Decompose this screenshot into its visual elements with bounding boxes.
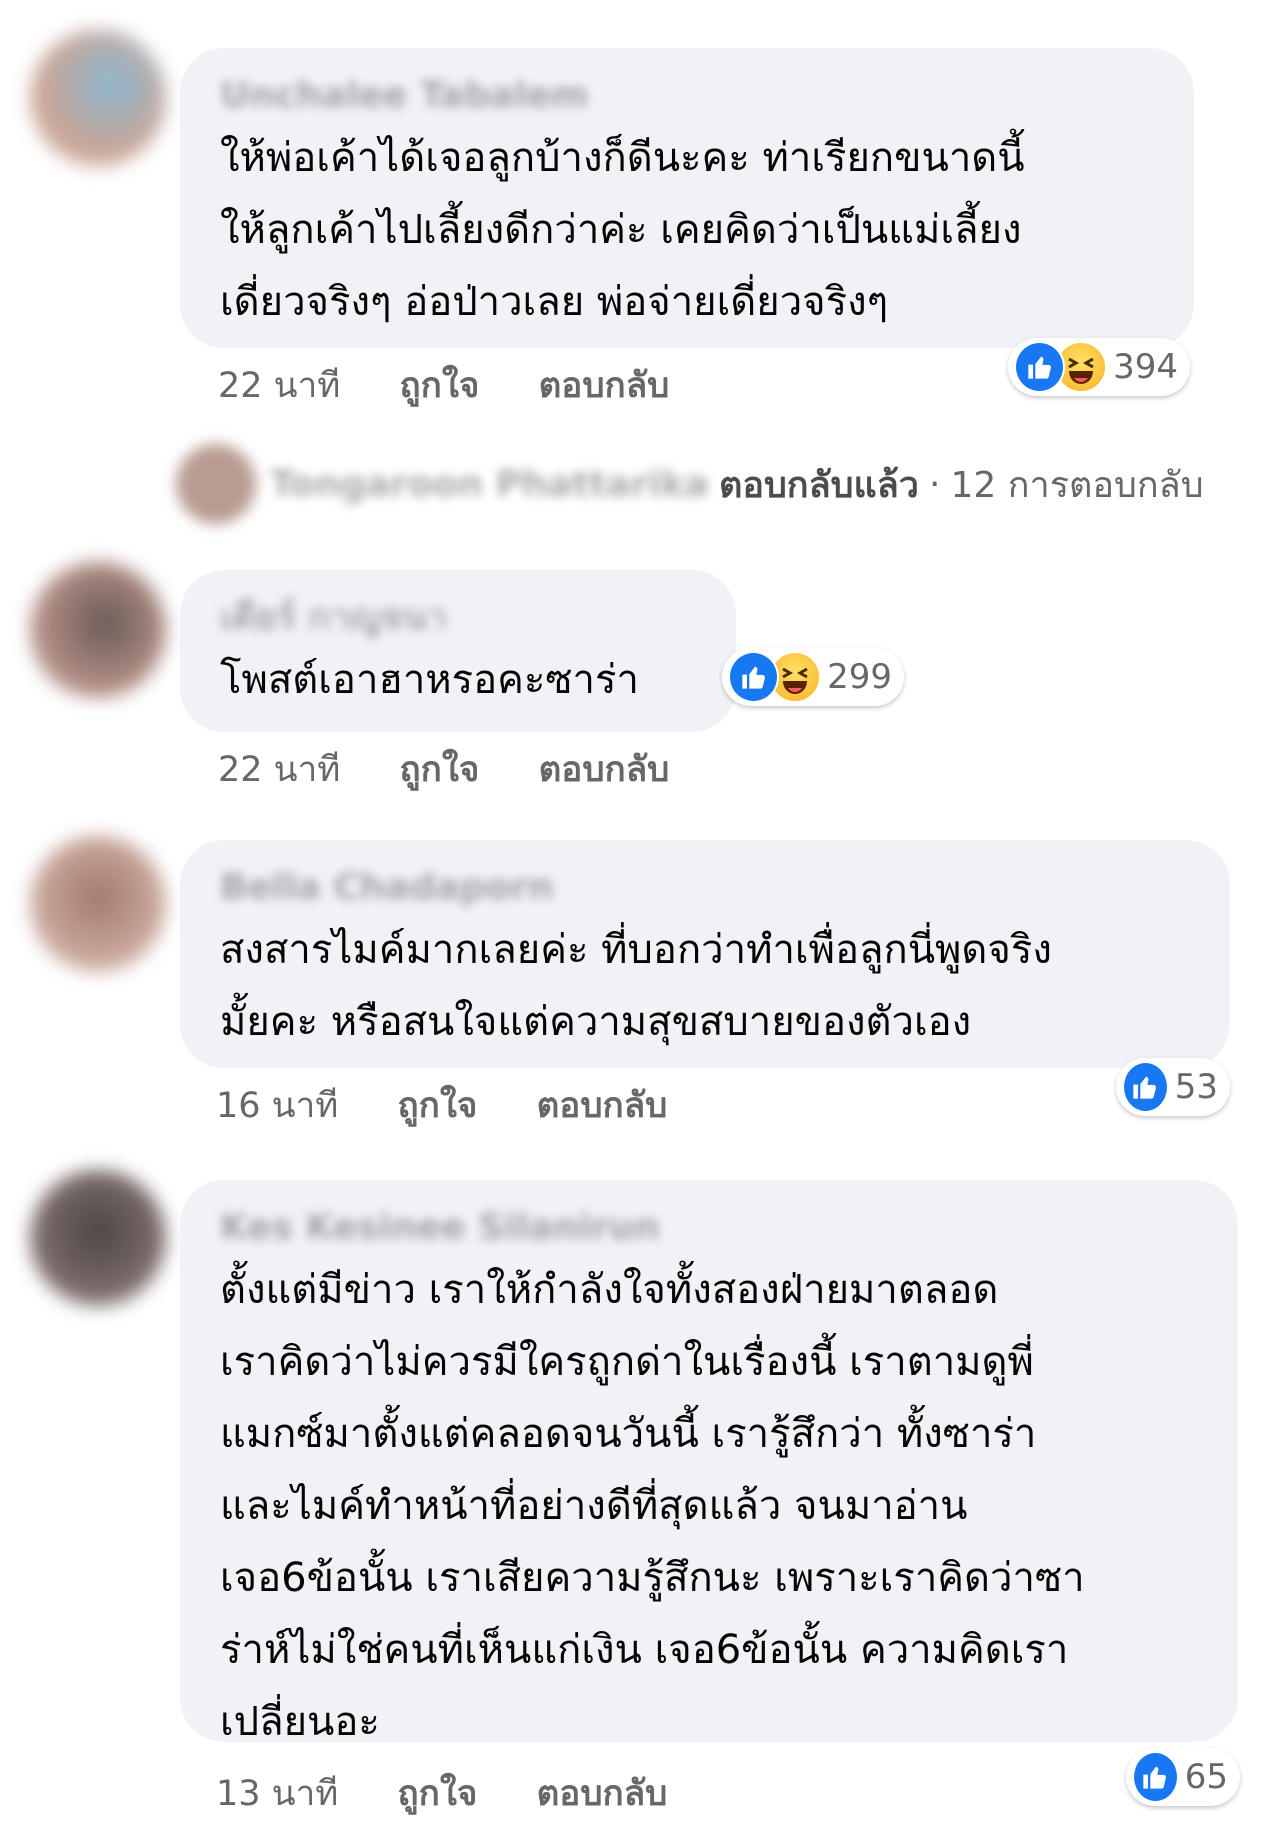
separator: · [928, 463, 941, 505]
like-icon [728, 651, 780, 703]
reply-button[interactable]: ตอบกลับ [537, 1078, 668, 1133]
comment-author[interactable]: เตียร์ กาญจนา [220, 596, 447, 640]
reply-author: Tongaroon Phattarika [270, 463, 709, 505]
replied-label: ตอบกลับแล้ว [718, 464, 919, 506]
reply-button[interactable]: ตอบกลับ [539, 742, 670, 797]
view-replies-link[interactable]: Tongaroon Phattarika ตอบกลับแล้ว · 12 กา… [176, 444, 1204, 524]
comment-text: โพสต์เอาฮาหรอคะซาร่า [220, 657, 639, 703]
comment-meta: 13 นาที ถูกใจ ตอบกลับ [216, 1766, 715, 1821]
reply-avatar [176, 444, 256, 524]
reaction-count: 394 [1113, 347, 1178, 387]
like-icon [1132, 1751, 1179, 1803]
reaction-summary[interactable]: 394 [1008, 338, 1190, 396]
like-icon [1122, 1061, 1169, 1113]
comment-author[interactable]: Bella Chadaporn [220, 866, 554, 910]
comment-author[interactable]: Kes Kesinee Silanirun [220, 1206, 660, 1250]
like-button[interactable]: ถูกใจ [397, 1078, 477, 1133]
comment-text: สงสารไมค์มากเลยค่ะ ที่บอกว่าทำเพื่อลูกนี… [220, 927, 1052, 1045]
comment-meta: 22 นาที ถูกใจ ตอบกลับ [218, 358, 717, 413]
comment-text: ตั้งแต่มีข่าว เราให้กำลังใจทั้งสองฝ่ายมา… [220, 1267, 1085, 1745]
like-button[interactable]: ถูกใจ [399, 358, 479, 413]
commenter-avatar[interactable] [30, 1170, 166, 1306]
reaction-summary[interactable]: 65 [1126, 1748, 1240, 1806]
reaction-summary[interactable]: 53 [1116, 1058, 1230, 1116]
reaction-count: 65 [1184, 1757, 1228, 1797]
comment-time[interactable]: 22 นาที [218, 742, 340, 797]
like-button[interactable]: ถูกใจ [397, 1766, 477, 1821]
commenter-avatar[interactable] [30, 30, 166, 166]
comment-bubble: Bella Chadaporn สงสารไมค์มากเลยค่ะ ที่บอ… [180, 840, 1230, 1068]
comment-time[interactable]: 22 นาที [218, 358, 340, 413]
commenter-avatar[interactable] [30, 836, 166, 972]
reaction-summary[interactable]: 299 [722, 648, 904, 706]
reaction-count: 299 [827, 657, 892, 697]
comment-meta: 22 นาที ถูกใจ ตอบกลับ [218, 742, 717, 797]
commenter-avatar[interactable] [30, 562, 166, 698]
like-icon [1014, 341, 1066, 393]
comment-time[interactable]: 16 นาที [216, 1078, 338, 1133]
comment-text: ให้พ่อเค้าได้เจอลูกบ้างก็ดีนะคะ ท่าเรียก… [220, 135, 1025, 325]
reply-button[interactable]: ตอบกลับ [537, 1766, 668, 1821]
comment-meta: 16 นาที ถูกใจ ตอบกลับ [216, 1078, 715, 1133]
reply-button[interactable]: ตอบกลับ [539, 358, 670, 413]
replies-count: 12 การตอบกลับ [950, 464, 1204, 506]
comment-bubble: Kes Kesinee Silanirun ตั้งแต่มีข่าว เราใ… [180, 1180, 1238, 1745]
like-button[interactable]: ถูกใจ [399, 742, 479, 797]
comment-author[interactable]: Unchalee Tabalem [220, 74, 588, 118]
comment-bubble: Unchalee Tabalem ให้พ่อเค้าได้เจอลูกบ้าง… [180, 48, 1194, 348]
comment-time[interactable]: 13 นาที [216, 1766, 338, 1821]
comment-bubble: เตียร์ กาญจนา โพสต์เอาฮาหรอคะซาร่า [180, 570, 736, 732]
reaction-count: 53 [1174, 1067, 1218, 1107]
